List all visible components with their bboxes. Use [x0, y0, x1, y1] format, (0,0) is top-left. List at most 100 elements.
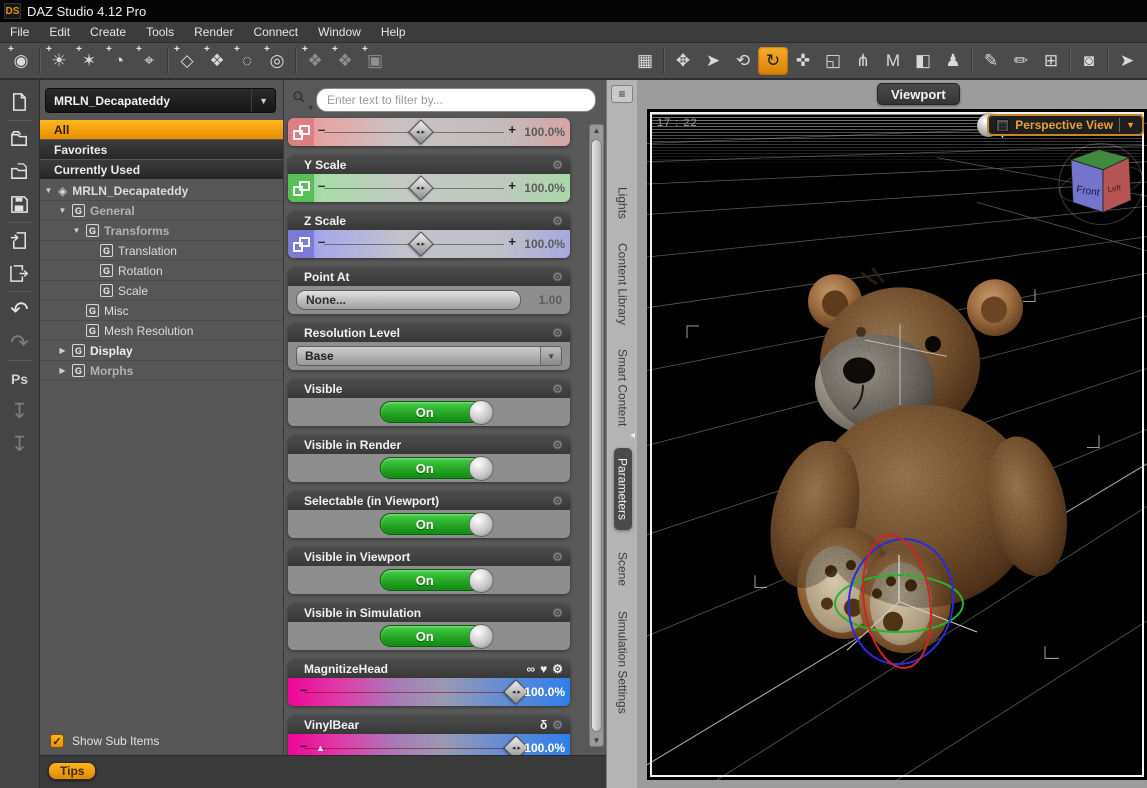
toggle-knob[interactable] [468, 568, 494, 593]
tab-parameters[interactable]: Parameters [613, 448, 632, 531]
node-weight-brush-icon[interactable]: ✎ [976, 47, 1006, 75]
pointer-tool-icon[interactable]: ➤ [1112, 47, 1142, 75]
nudge-minus-button[interactable]: – [318, 178, 325, 193]
rotate-tool-icon[interactable]: ↻ [758, 46, 788, 75]
create-node-instance-icon[interactable]: ❖ [330, 44, 360, 75]
gear-icon[interactable]: ⚙ [552, 606, 563, 620]
chevron-down-icon[interactable]: ▼ [1126, 120, 1135, 130]
measure-metrics-tool-icon[interactable]: M [878, 47, 908, 75]
nudge-minus-button[interactable]: – [318, 234, 325, 249]
scroll-up-icon[interactable]: ▲ [590, 126, 603, 135]
create-camera-icon[interactable]: ◉ [6, 44, 36, 75]
update-content-icon[interactable]: ↧ [3, 428, 37, 461]
toggle-knob[interactable] [468, 456, 494, 481]
x-scale-slider[interactable]: – ◂ ▸ + 100.0% [288, 118, 570, 146]
chevron-down-icon[interactable]: ▼ [540, 347, 561, 365]
gear-icon[interactable]: ⚙ [552, 494, 563, 508]
export-icon[interactable] [3, 257, 37, 290]
point-at-none-button[interactable]: None... [296, 290, 521, 310]
tips-button[interactable]: Tips [48, 762, 97, 780]
expand-arrow-icon[interactable]: ▼ [72, 226, 81, 235]
surface-selection-tool-icon[interactable]: ◧ [908, 47, 938, 75]
search-input[interactable] [316, 88, 596, 112]
visible-in-simulation-toggle[interactable]: On [379, 624, 494, 649]
tab-scene[interactable]: Scene [614, 550, 632, 588]
magnitizehead-slider[interactable]: – ◂ ▸ 100.0% [288, 678, 570, 706]
create-group-icon[interactable]: ▣ [360, 44, 390, 75]
create-node-icon[interactable]: ❖ [202, 44, 232, 75]
menu-help[interactable]: Help [371, 23, 416, 41]
scrollbar-thumb[interactable] [591, 139, 602, 732]
tab-content-library[interactable]: Content Library [614, 241, 632, 327]
view-cube[interactable]: Front Left [1057, 142, 1146, 226]
visible-in-viewport-toggle[interactable]: On [379, 568, 494, 593]
tab-smart-content[interactable]: Smart Content [614, 347, 632, 428]
slider-value[interactable]: 100.0% [524, 125, 565, 139]
search-options-arrow-icon[interactable]: ▼ [307, 105, 314, 112]
tree-row-morphs[interactable]: ▶ G Morphs [40, 361, 283, 381]
viewport-pan-tool-icon[interactable]: ✥ [668, 47, 698, 75]
new-file-icon[interactable] [3, 86, 37, 119]
search-icon[interactable]: ▼ [292, 90, 314, 112]
tree-row-root[interactable]: ▼ ◈ MRLN_Decapateddy [40, 181, 283, 201]
create-linear-point-light-icon[interactable]: ◔ [104, 44, 134, 75]
menu-window[interactable]: Window [308, 23, 371, 41]
gear-icon[interactable]: ⚙ [552, 214, 563, 228]
node-selector-dropdown[interactable]: MRLN_Decapateddy ▼ [45, 88, 276, 113]
tree-row-general[interactable]: ▼ G General [40, 201, 283, 221]
create-primitive-icon[interactable]: ◇ [172, 44, 202, 75]
slider-value[interactable]: 100.0% [524, 237, 565, 251]
menu-create[interactable]: Create [80, 23, 136, 41]
z-scale-slider[interactable]: – ◂ ▸ + 100.0% [288, 230, 570, 258]
expand-arrow-icon[interactable]: ▼ [58, 206, 67, 215]
panel-menu-icon[interactable]: ≡ [611, 85, 633, 103]
link-squares-icon[interactable] [288, 118, 314, 146]
filter-currently-used[interactable]: Currently Used [40, 160, 283, 179]
aspect-frame-icon[interactable]: ▦ [630, 47, 660, 75]
gear-icon[interactable]: ⚙ [552, 270, 563, 284]
viewport-tab[interactable]: Viewport [877, 83, 960, 105]
import-icon[interactable] [3, 224, 37, 257]
pane-splitter-arrow-icon[interactable]: ◂ [630, 430, 635, 441]
tab-simulation-settings[interactable]: Simulation Settings [614, 609, 632, 716]
gear-icon[interactable]: ⚙ [552, 326, 563, 340]
translate-tool-icon[interactable]: ✜ [788, 47, 818, 75]
nudge-plus-button[interactable]: + [508, 122, 516, 137]
menu-edit[interactable]: Edit [39, 23, 80, 41]
y-scale-slider[interactable]: – ◂ ▸ + 100.0% [288, 174, 570, 202]
expand-arrow-icon[interactable]: ▼ [44, 186, 53, 195]
undo-icon[interactable]: ↶ [3, 293, 37, 326]
gear-icon[interactable]: ⚙ [552, 438, 563, 452]
gear-icon[interactable]: ⚙ [552, 382, 563, 396]
visible-toggle[interactable]: On [379, 400, 494, 425]
parameters-scrollbar[interactable]: ▲ ▼ [589, 124, 604, 747]
toggle-knob[interactable] [468, 400, 494, 425]
slider-value[interactable]: 100.0% [524, 181, 565, 195]
photoshop-bridge-icon[interactable]: Ps [3, 362, 37, 395]
gear-icon[interactable]: ⚙ [552, 718, 563, 732]
link-squares-icon[interactable] [288, 230, 314, 258]
link-squares-icon[interactable] [288, 174, 314, 202]
tree-row-mesh-resolution[interactable]: G Mesh Resolution [40, 321, 283, 341]
create-null-icon[interactable]: ◌ [232, 44, 262, 75]
install-content-icon[interactable]: ↧ [3, 395, 37, 428]
create-spotlight-icon[interactable]: ⌖ [134, 44, 164, 75]
favorite-heart-icon[interactable]: ♥ [540, 662, 547, 676]
merge-file-icon[interactable] [3, 155, 37, 188]
nudge-plus-button[interactable]: + [508, 178, 516, 193]
tree-row-translation[interactable]: G Translation [40, 241, 283, 261]
slider-value[interactable]: 100.0% [524, 685, 565, 699]
nudge-minus-button[interactable]: – [300, 682, 307, 697]
slider-handle[interactable]: ◂ ▸ [407, 175, 434, 201]
tree-row-scale[interactable]: G Scale [40, 281, 283, 301]
tab-lights[interactable]: Lights [614, 185, 632, 221]
create-node-copy-icon[interactable]: ❖ [300, 44, 330, 75]
nudge-minus-button[interactable]: – [318, 122, 325, 137]
link-icon[interactable]: ∞ [527, 662, 536, 676]
visible-in-render-toggle[interactable]: On [379, 456, 494, 481]
tree-row-rotation[interactable]: G Rotation [40, 261, 283, 281]
show-sub-items-checkbox[interactable]: ✓ [50, 734, 64, 748]
toggle-knob[interactable] [468, 624, 494, 649]
tree-row-transforms[interactable]: ▼ G Transforms [40, 221, 283, 241]
chevron-down-icon[interactable]: ▼ [251, 89, 275, 112]
